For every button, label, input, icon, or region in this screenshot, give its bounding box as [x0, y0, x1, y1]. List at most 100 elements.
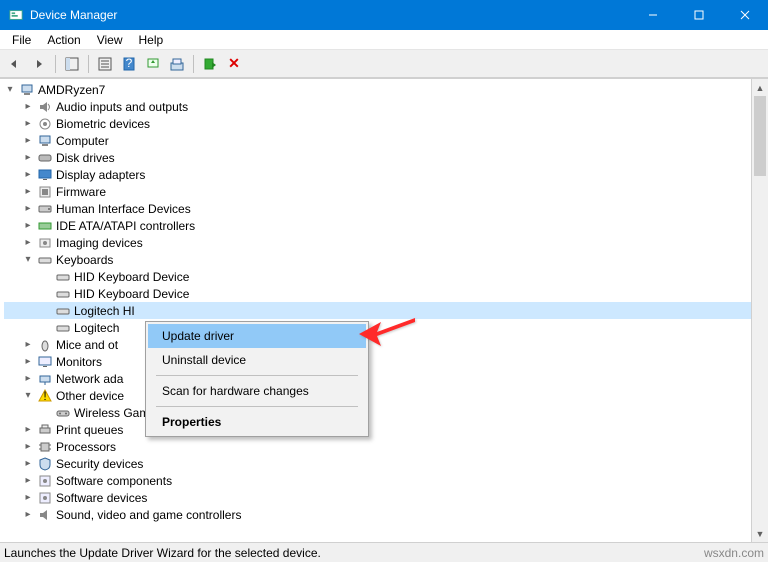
- ctx-properties[interactable]: Properties: [148, 410, 366, 434]
- tree-category[interactable]: ▸ Display adapters: [4, 166, 768, 183]
- enable-device-button[interactable]: [199, 53, 221, 75]
- expand-toggle[interactable]: ▸: [22, 220, 34, 231]
- uninstall-button[interactable]: ✕: [223, 53, 245, 75]
- sec-icon: [37, 456, 53, 472]
- tree-label: Human Interface Devices: [56, 202, 195, 216]
- ide-icon: [37, 218, 53, 234]
- pc-icon: [19, 82, 35, 98]
- tree-category-keyboards[interactable]: ▾ Keyboards: [4, 251, 768, 268]
- tree-device-other[interactable]: Wireless Gamepad F710: [4, 404, 768, 421]
- expand-toggle[interactable]: ▸: [22, 475, 34, 486]
- tree-category[interactable]: ▸ Network ada: [4, 370, 768, 387]
- expand-toggle[interactable]: ▾: [22, 254, 34, 265]
- tree-category[interactable]: ▸ Imaging devices: [4, 234, 768, 251]
- tree-label: Monitors: [56, 355, 106, 369]
- tree-category[interactable]: ▸ Monitors: [4, 353, 768, 370]
- expand-toggle[interactable]: ▸: [22, 492, 34, 503]
- tree-category[interactable]: ▸ Human Interface Devices: [4, 200, 768, 217]
- tree-label: Display adapters: [56, 168, 149, 182]
- menu-view[interactable]: View: [89, 31, 131, 49]
- forward-button[interactable]: [28, 53, 50, 75]
- expand-toggle[interactable]: ▸: [22, 203, 34, 214]
- tree-category[interactable]: ▸ Audio inputs and outputs: [4, 98, 768, 115]
- tree-category[interactable]: ▸ Computer: [4, 132, 768, 149]
- scan-hardware-button[interactable]: [166, 53, 188, 75]
- gamepad-icon: [55, 405, 71, 421]
- tree-category[interactable]: ▸ IDE ATA/ATAPI controllers: [4, 217, 768, 234]
- tree-label: Imaging devices: [56, 236, 147, 250]
- display-icon: [37, 167, 53, 183]
- tree-category[interactable]: ▸ Security devices: [4, 455, 768, 472]
- expand-toggle[interactable]: ▸: [22, 458, 34, 469]
- expand-toggle[interactable]: ▸: [22, 424, 34, 435]
- tree-label: Biometric devices: [56, 117, 154, 131]
- expand-toggle[interactable]: ▸: [22, 441, 34, 452]
- img-icon: [37, 235, 53, 251]
- tree-category-other[interactable]: ▾ ! Other device: [4, 387, 768, 404]
- tree-category[interactable]: ▸ Sound, video and game controllers: [4, 506, 768, 523]
- tree-label: HID Keyboard Device: [74, 270, 193, 284]
- vertical-scrollbar[interactable]: ▲ ▼: [751, 79, 768, 542]
- tree-category[interactable]: ▸ Software components: [4, 472, 768, 489]
- menu-file[interactable]: File: [4, 31, 39, 49]
- menu-action[interactable]: Action: [39, 31, 88, 49]
- tree-category[interactable]: ▸ Firmware: [4, 183, 768, 200]
- scroll-down-arrow[interactable]: ▼: [752, 525, 768, 542]
- tree-label: Computer: [56, 134, 113, 148]
- tree-root[interactable]: ▾ AMDRyzen7: [4, 81, 768, 98]
- app-icon: [8, 7, 24, 23]
- cpu-icon: [37, 439, 53, 455]
- expand-toggle[interactable]: ▸: [22, 101, 34, 112]
- properties-button[interactable]: [94, 53, 116, 75]
- net-icon: [37, 371, 53, 387]
- update-driver-button[interactable]: [142, 53, 164, 75]
- expand-toggle[interactable]: ▸: [22, 118, 34, 129]
- ctx-update-driver[interactable]: Update driver: [148, 324, 366, 348]
- tree-label: Disk drives: [56, 151, 119, 165]
- show-hide-tree-button[interactable]: [61, 53, 83, 75]
- expand-toggle[interactable]: ▸: [22, 135, 34, 146]
- expand-toggle[interactable]: ▸: [22, 169, 34, 180]
- expand-toggle[interactable]: ▾: [4, 84, 16, 95]
- help-button[interactable]: ?: [118, 53, 140, 75]
- tree-category[interactable]: ▸ Disk drives: [4, 149, 768, 166]
- menu-help[interactable]: Help: [131, 31, 172, 49]
- expand-toggle[interactable]: ▸: [22, 237, 34, 248]
- print-icon: [37, 422, 53, 438]
- annotation-arrow: [357, 310, 417, 349]
- tree-label: HID Keyboard Device: [74, 287, 193, 301]
- expand-toggle[interactable]: ▸: [22, 509, 34, 520]
- fw-icon: [37, 184, 53, 200]
- tree-category[interactable]: ▸ Processors: [4, 438, 768, 455]
- statusbar: Launches the Update Driver Wizard for th…: [0, 542, 768, 562]
- tree-category[interactable]: ▸ Print queues: [4, 421, 768, 438]
- minimize-button[interactable]: [630, 0, 676, 30]
- mon-icon: [37, 354, 53, 370]
- tree-label: Print queues: [56, 423, 127, 437]
- soft-icon: [37, 490, 53, 506]
- soft-icon: [37, 473, 53, 489]
- ctx-uninstall-device[interactable]: Uninstall device: [148, 348, 366, 372]
- device-tree[interactable]: ▾ AMDRyzen7 ▸ Audio inputs and outputs ▸…: [0, 79, 768, 525]
- tree-category[interactable]: ▸ Biometric devices: [4, 115, 768, 132]
- ctx-separator: [156, 375, 358, 376]
- expand-toggle[interactable]: ▸: [22, 356, 34, 367]
- ctx-scan-hardware[interactable]: Scan for hardware changes: [148, 379, 366, 403]
- close-button[interactable]: [722, 0, 768, 30]
- tree-label: Other device: [56, 389, 128, 403]
- expand-toggle[interactable]: ▸: [22, 152, 34, 163]
- maximize-button[interactable]: [676, 0, 722, 30]
- scroll-thumb[interactable]: [754, 96, 766, 176]
- tree-category[interactable]: ▸ Software devices: [4, 489, 768, 506]
- expand-toggle[interactable]: ▾: [22, 390, 34, 401]
- tree-device-keyboard[interactable]: HID Keyboard Device: [4, 285, 768, 302]
- kb-icon: [55, 286, 71, 302]
- expand-toggle[interactable]: ▸: [22, 373, 34, 384]
- tree-label: Mice and ot: [56, 338, 122, 352]
- expand-toggle[interactable]: ▸: [22, 186, 34, 197]
- back-button[interactable]: [4, 53, 26, 75]
- expand-toggle[interactable]: ▸: [22, 339, 34, 350]
- mouse-icon: [37, 337, 53, 353]
- scroll-up-arrow[interactable]: ▲: [752, 79, 768, 96]
- tree-device-keyboard[interactable]: HID Keyboard Device: [4, 268, 768, 285]
